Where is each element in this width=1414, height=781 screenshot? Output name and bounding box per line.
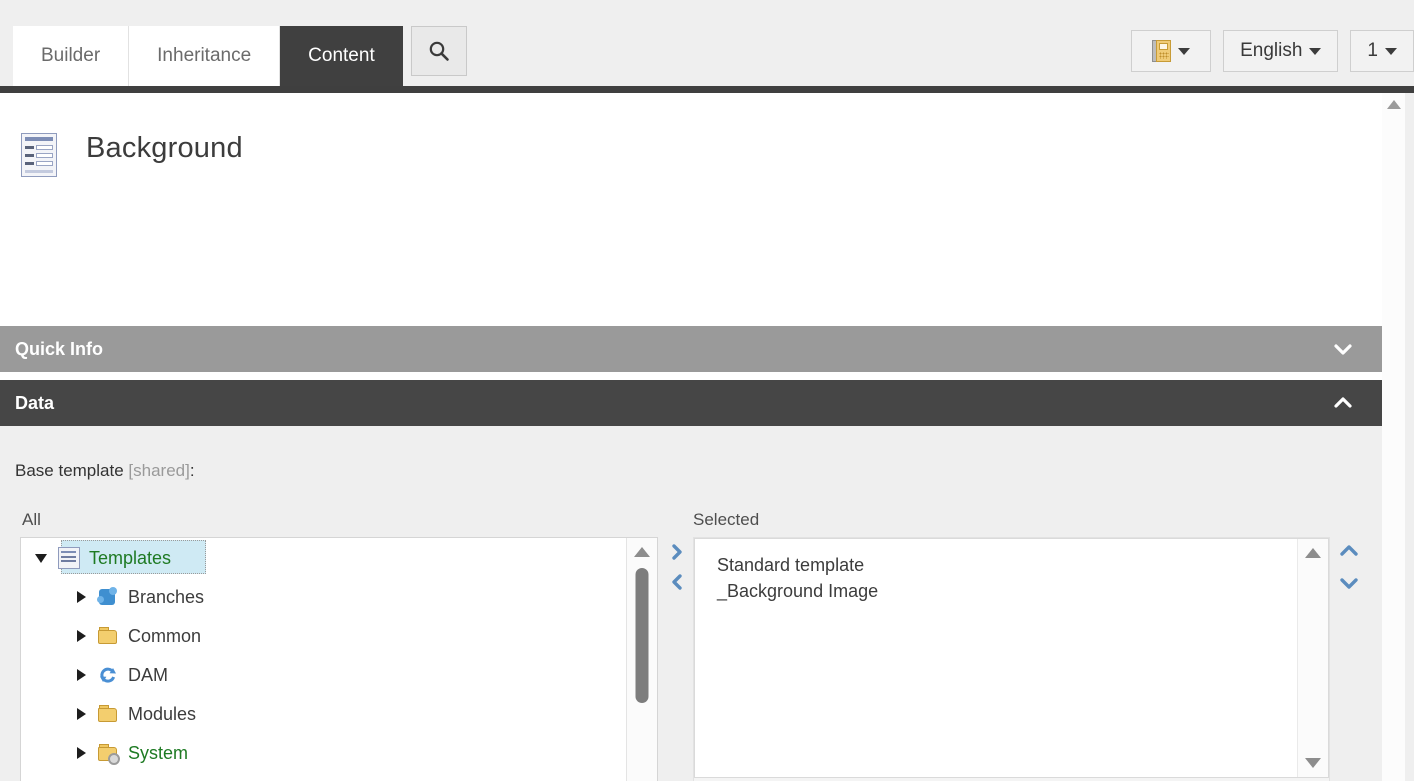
twisty-collapsed-icon[interactable] <box>77 590 86 603</box>
version-notebook-button[interactable] <box>1131 30 1212 72</box>
selected-panel: Standard template _Background Image <box>693 537 1330 781</box>
tree-item-templates[interactable]: Templates <box>21 538 625 577</box>
notebook-icon <box>1152 40 1172 62</box>
tab-builder[interactable]: Builder <box>13 26 130 86</box>
tab-content-label: Content <box>308 45 375 66</box>
move-up-button[interactable] <box>1337 537 1361 569</box>
chevron-down-icon[interactable] <box>1332 338 1354 360</box>
sync-icon <box>97 664 119 686</box>
move-left-button[interactable] <box>666 567 688 597</box>
section-header-data[interactable]: Data <box>0 380 1382 426</box>
tree-scrollbar[interactable] <box>626 538 657 781</box>
section-label-quick-info: Quick Info <box>15 338 104 359</box>
application-window: Builder Inheritance Content English 1 Ba… <box>0 0 1414 781</box>
tree-item-label: DAM <box>128 664 168 685</box>
content-panel: Background Quick Info Data Base template… <box>0 93 1382 781</box>
chevron-left-icon <box>667 572 687 592</box>
tree-item-label: Templates <box>89 547 172 568</box>
search-button[interactable] <box>410 26 467 76</box>
field-colon: : <box>189 461 195 480</box>
column-label-selected: Selected <box>693 510 760 529</box>
twisty-expanded-icon[interactable] <box>35 554 47 563</box>
folder-icon <box>97 625 119 647</box>
field-shared-tag: [shared] <box>128 461 190 480</box>
search-icon <box>428 40 450 62</box>
scroll-up-arrow-icon[interactable] <box>1386 100 1401 109</box>
tree-item-label: Common <box>128 625 202 646</box>
scroll-up-arrow-icon[interactable] <box>634 547 650 557</box>
twisty-collapsed-icon[interactable] <box>77 707 86 720</box>
twisty-collapsed-icon[interactable] <box>77 668 86 681</box>
field-label-text: Base template <box>15 461 124 480</box>
selected-list-item[interactable]: _Background Image <box>717 578 1294 604</box>
move-down-button[interactable] <box>1337 569 1361 601</box>
selected-scrollbar[interactable] <box>1297 539 1328 777</box>
scroll-down-arrow-icon[interactable] <box>1305 758 1321 768</box>
tree-item-foundation[interactable]: Foundation <box>21 772 625 781</box>
version-button[interactable]: 1 <box>1350 30 1414 72</box>
section-header-quick-info[interactable]: Quick Info <box>0 326 1382 372</box>
tab-bar: Builder Inheritance Content English 1 <box>0 0 1414 86</box>
scroll-up-arrow-icon[interactable] <box>1305 548 1321 558</box>
template-document-icon <box>21 133 57 177</box>
field-label-base-template: Base template [shared]: <box>15 461 195 481</box>
tab-builder-label: Builder <box>41 45 101 66</box>
tree-item-label: Modules <box>128 703 197 724</box>
chevron-down-icon <box>1309 47 1322 55</box>
tree-item-system[interactable]: System <box>21 733 625 772</box>
chevron-down-icon <box>1385 47 1397 55</box>
column-label-all: All <box>22 510 41 529</box>
tree-item-label: Branches <box>128 586 205 607</box>
tree-rows: Templates Branches Common DAM Modules System F… <box>21 538 625 781</box>
chevron-right-icon <box>667 542 687 562</box>
tab-content[interactable]: Content <box>280 26 403 86</box>
page-scrollbar[interactable] <box>1382 93 1405 781</box>
page-scrollbar-edge <box>1405 93 1414 781</box>
selected-items: Standard template _Background Image <box>717 552 1294 604</box>
tree-item-label: System <box>128 742 189 763</box>
tab-group: Builder Inheritance Content <box>13 26 467 86</box>
order-buttons <box>1337 537 1361 601</box>
chevron-up-icon[interactable] <box>1332 392 1354 414</box>
selected-templates-list[interactable]: Standard template _Background Image <box>694 538 1329 778</box>
language-button[interactable]: English <box>1223 30 1339 72</box>
twisty-collapsed-icon[interactable] <box>77 746 86 759</box>
language-label: English <box>1240 40 1303 61</box>
data-section-body: Base template [shared]: All Selected Tem… <box>0 426 1382 781</box>
chevron-up-icon <box>1338 540 1360 567</box>
version-label: 1 <box>1367 40 1378 61</box>
tree-item-common[interactable]: Common <box>21 616 625 655</box>
section-label-data: Data <box>15 392 55 413</box>
selected-list-item[interactable]: Standard template <box>717 552 1294 578</box>
move-right-button[interactable] <box>666 537 688 567</box>
top-right-controls: English 1 <box>1131 30 1414 72</box>
tree-item-branches[interactable]: Branches <box>21 577 625 616</box>
all-templates-tree[interactable]: Templates Branches Common DAM Modules System F… <box>20 537 658 781</box>
scrollbar-thumb[interactable] <box>635 568 649 703</box>
folder-gear-icon <box>97 742 120 765</box>
tab-inheritance[interactable]: Inheritance <box>129 26 281 86</box>
chevron-down-icon <box>1338 572 1360 599</box>
tab-inheritance-label: Inheritance <box>157 45 252 66</box>
folder-icon <box>97 703 119 725</box>
move-buttons <box>666 537 690 597</box>
tree-item-dam[interactable]: DAM <box>21 655 625 694</box>
tab-bar-divider <box>0 86 1414 93</box>
chevron-down-icon <box>1178 47 1191 55</box>
puzzle-icon <box>97 586 119 608</box>
twisty-collapsed-icon[interactable] <box>77 629 86 642</box>
tree-item-modules[interactable]: Modules <box>21 694 625 733</box>
template-icon <box>58 546 80 569</box>
page-title: Background <box>86 132 243 164</box>
item-header: Background <box>0 93 1382 233</box>
